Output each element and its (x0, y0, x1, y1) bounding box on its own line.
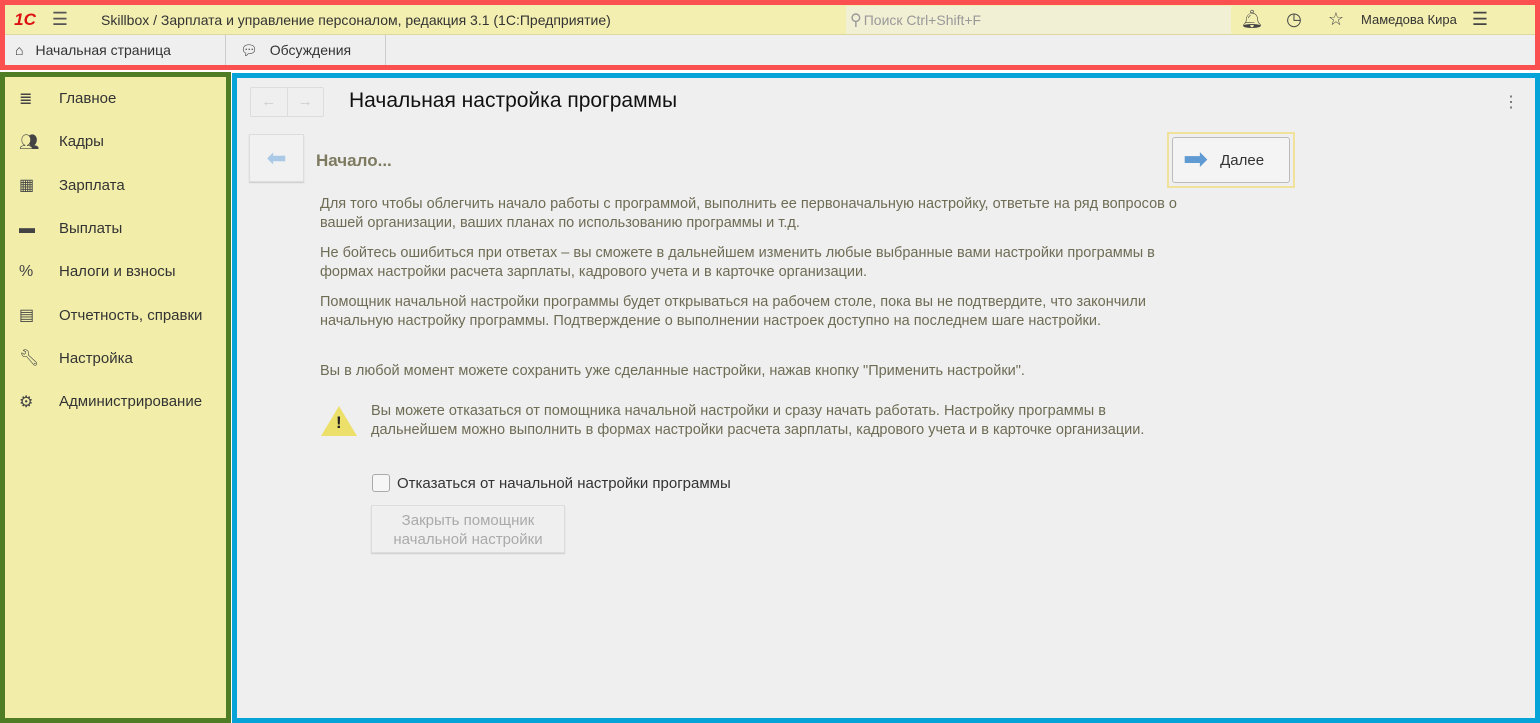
arrow-left-icon: ⬅ (266, 144, 287, 172)
sections-sidebar: ≣ Главное 👥︎ Кадры ▦ Зарплата ▬ Выплаты % Нал… (0, 72, 231, 723)
tab-discussions[interactable]: 💬︎ Обсуждения (226, 35, 386, 65)
sidebar-item-label: Главное (59, 90, 117, 108)
sidebar-item-settings[interactable]: 🔧︎ Настройка (5, 337, 226, 380)
history-nav: ← → (250, 87, 324, 117)
step-title: Начало... (316, 151, 392, 170)
sidebar-item-reports[interactable]: ▤ Отчетность, справки (5, 293, 226, 336)
info-paragraph: Помощник начальной настройки программы б… (320, 294, 1146, 329)
forward-nav-button[interactable]: → (288, 88, 324, 116)
sidebar-item-salary[interactable]: ▦ Зарплата (5, 164, 226, 207)
sidebar-item-hr[interactable]: 👥︎ Кадры (5, 120, 226, 163)
star-icon[interactable]: ☆ (1315, 9, 1357, 30)
gear-icon: ⚙ (19, 393, 34, 411)
sidebar-item-main[interactable]: ≣ Главное (5, 77, 226, 120)
search-input[interactable]: ⚲ Поиск Ctrl+Shift+F (846, 5, 1231, 34)
next-button-focus: ➡ Далее (1167, 132, 1295, 188)
form-area: ← → Начальная настройка программы ⋮ ⬅ Нач… (232, 73, 1540, 723)
settings-menu-icon[interactable]: ☰ (1465, 9, 1495, 30)
warning-icon: ! (321, 406, 357, 436)
sidebar-item-label: Администрирование (59, 393, 203, 411)
tab-bar: ⌂ Начальная страница 💬︎ Обсуждения (5, 35, 1535, 65)
wrench-icon: 🔧︎ (19, 350, 40, 368)
sidebar-item-label: Кадры (59, 133, 104, 151)
sidebar-item-payments[interactable]: ▬ Выплаты (5, 207, 226, 250)
info-paragraph: Вы в любой момент можете сохранить уже с… (320, 363, 1025, 379)
sidebar-item-label: Зарплата (59, 176, 125, 194)
user-name[interactable]: Мамедова Кира (1361, 12, 1465, 27)
percent-icon: % (19, 262, 34, 280)
sidebar-item-label: Отчетность, справки (59, 306, 203, 324)
title-bar: 1С ☰ Skillbox / Зарплата и управление пе… (5, 5, 1535, 35)
top-panel: 1С ☰ Skillbox / Зарплата и управление пе… (0, 0, 1540, 70)
1c-logo: 1С (14, 9, 36, 29)
form-title: Начальная настройка программы (349, 89, 678, 112)
warning-text: Вы можете отказаться от помощника началь… (371, 403, 1145, 438)
documents-icon: ▤ (19, 307, 35, 325)
chat-icon: 💬︎ (240, 41, 258, 58)
list-icon: ≣ (19, 90, 33, 108)
search-icon: ⚲ (850, 11, 862, 29)
history-icon[interactable]: ◷ (1273, 9, 1315, 30)
sidebar-item-admin[interactable]: ⚙ Администрирование (5, 380, 226, 423)
decline-setup-checkbox[interactable] (372, 474, 390, 492)
arrow-right-icon: ➡ (1183, 143, 1209, 176)
search-placeholder: Поиск Ctrl+Shift+F (863, 11, 982, 28)
sidebar-item-taxes[interactable]: % Налоги и взносы (5, 250, 226, 293)
tab-home[interactable]: ⌂ Начальная страница (5, 35, 226, 65)
tab-label: Обсуждения (269, 42, 352, 58)
calculator-icon: ▦ (19, 177, 35, 195)
bell-icon[interactable]: 🔔︎ (1231, 9, 1273, 30)
users-icon: 👥︎ (19, 133, 40, 151)
sidebar-item-label: Выплаты (59, 220, 123, 238)
previous-step-button[interactable]: ⬅ (249, 134, 304, 182)
more-actions-icon[interactable]: ⋮ (1503, 92, 1519, 112)
tab-label: Начальная страница (35, 42, 171, 58)
intro-paragraph: Для того чтобы облегчить начало работы с… (320, 196, 1177, 231)
menu-icon[interactable]: ☰ (45, 9, 75, 30)
next-label: Далее (1220, 151, 1265, 169)
next-button[interactable]: ➡ Далее (1172, 137, 1290, 183)
sidebar-item-label: Налоги и взносы (59, 263, 176, 281)
home-icon: ⌂ (15, 42, 24, 58)
card-icon: ▬ (19, 219, 35, 237)
sidebar-item-label: Настройка (59, 349, 133, 367)
back-nav-button[interactable]: ← (251, 88, 288, 116)
app-title: Skillbox / Зарплата и управление персона… (101, 11, 611, 28)
close-assistant-button[interactable]: Закрыть помощник начальной настройки (371, 505, 565, 553)
info-paragraph: Не бойтесь ошибиться при ответах – вы см… (320, 245, 1155, 280)
decline-setup-label[interactable]: Отказаться от начальной настройки програ… (397, 475, 731, 492)
